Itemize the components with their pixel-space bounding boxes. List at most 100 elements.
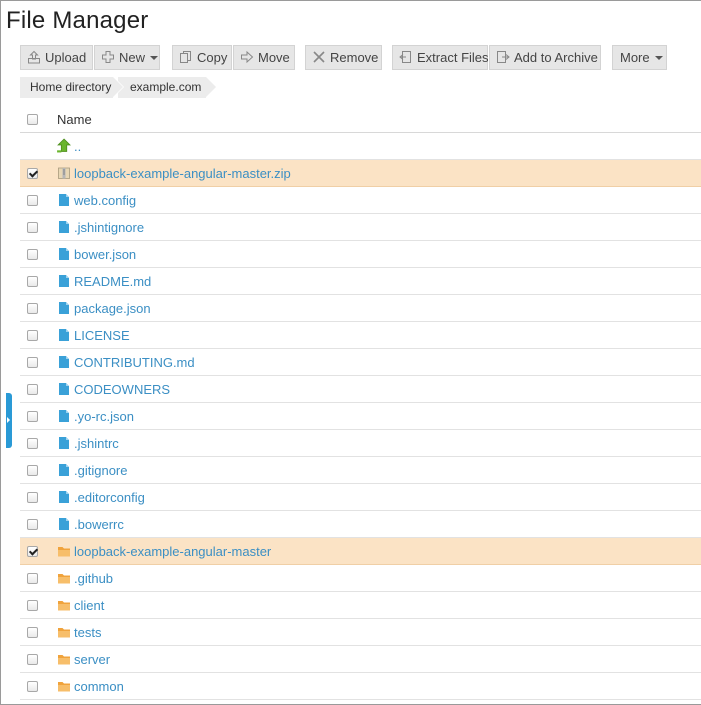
copy-label: Copy (197, 50, 228, 65)
file-name-link[interactable]: client (74, 598, 104, 613)
plus-icon (102, 51, 114, 63)
file-row[interactable]: .editorconfig (20, 484, 701, 511)
remove-x-icon (313, 51, 325, 63)
add-to-archive-label: Add to Archive (514, 50, 598, 65)
folder-row[interactable]: common (20, 673, 701, 700)
file-row[interactable]: .yo-rc.json (20, 403, 701, 430)
select-all-checkbox[interactable] (27, 114, 38, 125)
copy-icon (180, 51, 191, 63)
row-checkbox[interactable] (27, 411, 38, 422)
parent-directory-row[interactable]: .. (20, 133, 701, 160)
row-checkbox[interactable] (27, 465, 38, 476)
file-row[interactable]: .jshintrc (20, 430, 701, 457)
file-name-link[interactable]: bower.json (74, 247, 136, 262)
breadcrumb-arrow (206, 77, 216, 97)
row-checkbox[interactable] (27, 654, 38, 665)
file-row[interactable]: loopback-example-angular-master.zip (20, 160, 701, 187)
breadcrumb-current-label: example.com (130, 80, 202, 94)
row-checkbox[interactable] (27, 303, 38, 314)
file-row[interactable]: LICENSE (20, 322, 701, 349)
file-name-link[interactable]: .jshintignore (74, 220, 144, 235)
archive-icon (497, 51, 510, 63)
more-button[interactable]: More (612, 45, 667, 70)
chevron-down-icon (654, 56, 663, 60)
file-name-link[interactable]: README.md (74, 274, 151, 289)
copy-button[interactable]: Copy (172, 45, 232, 70)
file-name-link[interactable]: .yo-rc.json (74, 409, 134, 424)
folder-row[interactable]: loopback-example-angular-master (20, 538, 701, 565)
folder-row[interactable]: client (20, 592, 701, 619)
breadcrumb-current[interactable]: example.com (118, 77, 216, 98)
row-checkbox[interactable] (27, 438, 38, 449)
file-icon (59, 194, 69, 206)
move-arrow-icon (241, 50, 254, 64)
row-checkbox[interactable] (27, 357, 38, 368)
file-name-link[interactable]: common (74, 679, 124, 694)
file-row[interactable]: README.md (20, 268, 701, 295)
file-icon (59, 248, 69, 260)
folder-row[interactable]: .github (20, 565, 701, 592)
file-row[interactable]: CONTRIBUTING.md (20, 349, 701, 376)
new-button[interactable]: New (94, 45, 160, 70)
move-button[interactable]: Move (233, 45, 295, 70)
row-checkbox[interactable] (27, 276, 38, 287)
file-name-link[interactable]: server (74, 652, 110, 667)
add-to-archive-button[interactable]: Add to Archive (489, 45, 601, 70)
file-name-link[interactable]: .gitignore (74, 463, 127, 478)
folder-row[interactable]: server (20, 646, 701, 673)
file-row[interactable]: .gitignore (20, 457, 701, 484)
row-checkbox[interactable] (27, 627, 38, 638)
breadcrumb-home[interactable]: Home directory (20, 77, 124, 98)
folder-icon (58, 628, 70, 638)
row-checkbox[interactable] (27, 546, 38, 557)
file-name-link[interactable]: loopback-example-angular-master (74, 544, 271, 559)
breadcrumb-arrow (113, 77, 123, 97)
file-name-link[interactable]: .editorconfig (74, 490, 145, 505)
file-name-link[interactable]: CONTRIBUTING.md (74, 355, 195, 370)
file-row[interactable]: CODEOWNERS (20, 376, 701, 403)
row-checkbox[interactable] (27, 168, 38, 179)
sidebar-toggle-handle[interactable] (6, 393, 12, 448)
file-name-link[interactable]: CODEOWNERS (74, 382, 170, 397)
row-checkbox[interactable] (27, 492, 38, 503)
row-checkbox[interactable] (27, 600, 38, 611)
name-column-header[interactable]: Name (57, 112, 92, 127)
up-arrow-icon (57, 138, 71, 153)
file-row[interactable]: package.json (20, 295, 701, 322)
extract-files-button[interactable]: Extract Files (392, 45, 489, 70)
folder-icon (58, 682, 70, 692)
folder-row[interactable]: tests (20, 619, 701, 646)
row-checkbox[interactable] (27, 384, 38, 395)
row-checkbox[interactable] (27, 519, 38, 530)
row-checkbox[interactable] (27, 681, 38, 692)
file-name-link[interactable]: package.json (74, 301, 151, 316)
row-checkbox[interactable] (27, 222, 38, 233)
remove-button[interactable]: Remove (305, 45, 382, 70)
file-row[interactable]: bower.json (20, 241, 701, 268)
file-name-link[interactable]: loopback-example-angular-master.zip (74, 166, 291, 181)
upload-icon (28, 50, 40, 64)
upload-button[interactable]: Upload (20, 45, 93, 70)
file-row[interactable]: .bowerrc (20, 511, 701, 538)
file-name-link[interactable]: .jshintrc (74, 436, 119, 451)
row-checkbox[interactable] (27, 249, 38, 260)
folder-icon (58, 655, 70, 665)
row-checkbox[interactable] (27, 195, 38, 206)
file-row[interactable]: web.config (20, 187, 701, 214)
file-icon (59, 329, 69, 341)
file-name-link[interactable]: web.config (74, 193, 136, 208)
row-checkbox[interactable] (27, 330, 38, 341)
extract-icon (399, 51, 411, 63)
row-checkbox[interactable] (27, 573, 38, 584)
file-icon (59, 275, 69, 287)
file-name-link[interactable]: .github (74, 571, 113, 586)
file-name-link[interactable]: LICENSE (74, 328, 130, 343)
new-label: New (119, 50, 146, 65)
page-title: File Manager (6, 7, 149, 34)
chevron-down-icon (150, 56, 159, 60)
file-name-link[interactable]: .bowerrc (74, 517, 124, 532)
file-icon (59, 383, 69, 395)
file-row[interactable]: .jshintignore (20, 214, 701, 241)
file-name-link[interactable]: tests (74, 625, 101, 640)
parent-directory-link[interactable]: .. (74, 139, 81, 154)
